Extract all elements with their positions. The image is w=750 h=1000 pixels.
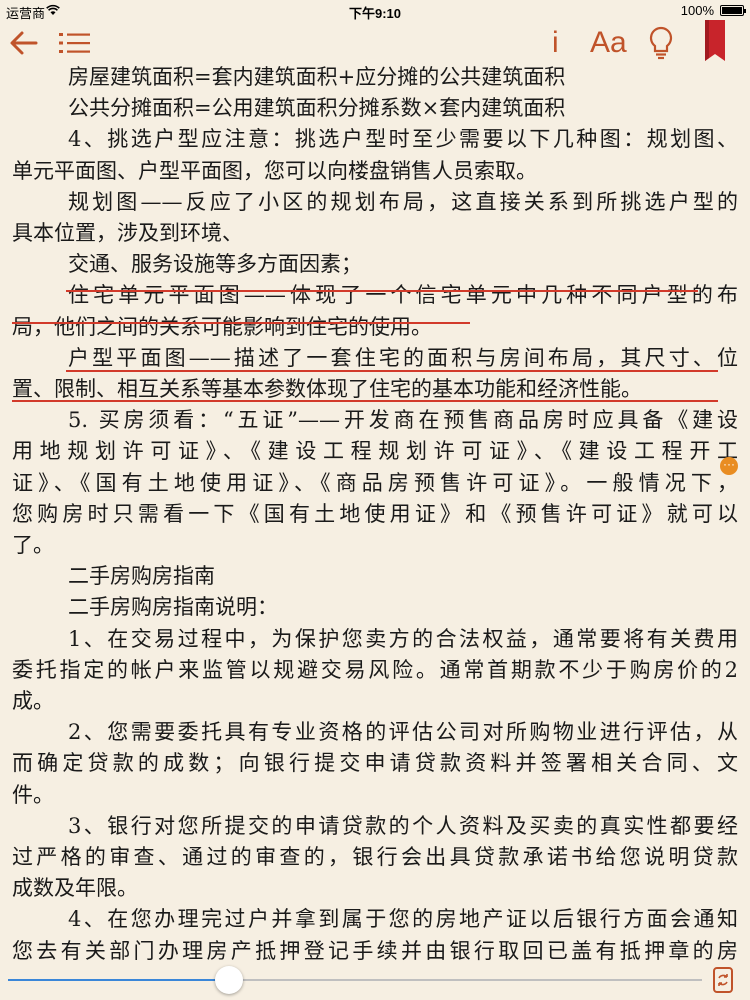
text-line: 了。	[12, 533, 54, 557]
text-line: 交通、服务设施等多方面因素；	[68, 252, 362, 277]
text-line: 成数及年限。	[12, 876, 138, 901]
progress-thumb[interactable]	[215, 966, 244, 994]
info-icon[interactable]: i	[552, 26, 559, 60]
battery-icon	[720, 5, 746, 16]
text-line: 委托指定的帐户来监管以规避交易风险。通常首期款不少于购房价的2	[12, 657, 738, 682]
text-line: 3、银行对您所提交的申请贷款的个人资料及买卖的真实性都要经	[68, 813, 738, 838]
back-arrow-icon[interactable]	[8, 28, 40, 58]
font-size-icon[interactable]: Aa	[590, 26, 627, 60]
text-line: 2、您需要委托具有专业资格的评估公司对所购物业进行评估，从	[68, 720, 738, 745]
text-line: 用地规划许可证》、《建设工程规划许可证》、《建设工程开工	[12, 439, 738, 464]
text-line: 二手房购房指南说明：	[68, 595, 278, 620]
text-line: 房屋建筑面积=套内建筑面积+应分摊的公共建筑面积	[68, 65, 566, 89]
highlight-underline	[66, 290, 698, 292]
text-line: 成。	[12, 689, 54, 713]
text-line: 证》、《国有土地使用证》、《商品房预售许可证》。一般情况下，	[12, 470, 738, 495]
highlight-underline	[12, 322, 470, 324]
battery-percent: 100%	[680, 3, 714, 18]
book-page[interactable]: 房屋建筑面积=套内建筑面积+应分摊的公共建筑面积 公共分摊面积=公用建筑面积分摊系…	[0, 64, 750, 962]
reader-toolbar: i Aa	[0, 20, 750, 64]
highlight-underline	[12, 400, 718, 402]
highlight-underline	[66, 370, 718, 372]
reading-progress	[0, 962, 750, 1000]
text-line: 您购房时只需看一下《国有土地使用证》和《预售许可证》就可以	[12, 501, 738, 526]
text-line: 4、挑选户型应注意：挑选户型时至少需要以下几种图：规划图、	[68, 127, 738, 152]
note-marker-icon[interactable]: ···	[720, 457, 738, 475]
progress-fill	[8, 979, 230, 981]
text-line: 件。	[12, 782, 54, 807]
text-line: 住宅单元平面图——体现了一个信宅单元中几种不同户型的布	[68, 283, 738, 308]
clock: 下午9:10	[348, 6, 402, 21]
text-line: 5. 买房须看：“五证”——开发商在预售商品房时应具备《建设	[68, 408, 738, 433]
text-line: 局，他们之间的关系可能影响到住宅的使用。	[12, 314, 432, 339]
toc-list-icon[interactable]	[58, 28, 92, 58]
rotate-lock-icon[interactable]	[712, 966, 734, 994]
text-line: 具本位置，涉及到环境、	[12, 221, 243, 245]
text-line: 4、在您办理完过户并拿到属于您的房地产证以后银行方面会通知	[68, 907, 738, 932]
progress-slider[interactable]	[8, 966, 702, 994]
text-line: 二手房购房指南	[68, 564, 215, 589]
text-line: 单元平面图、户型平面图，您可以向楼盘销售人员索取。	[12, 158, 537, 183]
text-line: 1、在交易过程中，为保护您卖方的合法权益，通常要将有关费用	[68, 626, 738, 651]
text-line: 您去有关部门办理房产抵押登记手续并由银行取回已盖有抵押章的房	[12, 938, 738, 962]
text-line: 过严格的审查、通过的审查的，银行会出具贷款承诺书给您说明贷款	[12, 845, 738, 869]
text-line: 公共分摊面积=公用建筑面积分摊系数×套内建筑面积	[68, 96, 566, 121]
status-bar: 运营商 下午9:10 100%	[0, 0, 750, 22]
lightbulb-icon[interactable]	[648, 26, 674, 60]
text-line: 规划图——反应了小区的规划布局，这直接关系到所挑选户型的	[68, 189, 738, 214]
text-line: 而确定贷款的成数；向银行提交申请贷款资料并签署相关合同、文	[12, 751, 738, 776]
bookmark-icon[interactable]	[704, 20, 726, 62]
